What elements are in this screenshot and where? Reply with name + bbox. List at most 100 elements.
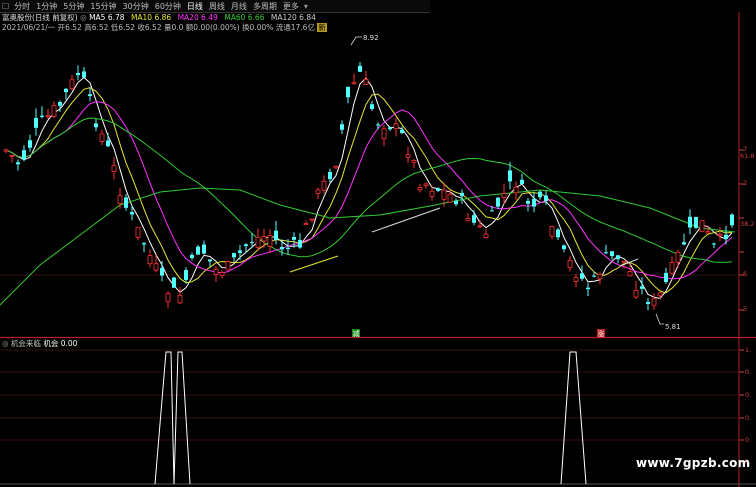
candle-down	[508, 170, 512, 182]
indicator-name[interactable]: 机会来临	[11, 339, 41, 348]
candle-down	[64, 88, 68, 93]
candle-up	[447, 193, 453, 203]
ma120-value: 6.84	[299, 13, 316, 22]
candle-up	[165, 293, 171, 303]
candle-down	[232, 253, 236, 258]
candle-up	[213, 268, 219, 275]
candle-down	[640, 286, 644, 289]
candle-up	[651, 298, 657, 306]
low-price-label: 5.81	[665, 323, 681, 331]
candle-up	[147, 255, 153, 265]
settings-icon[interactable]: ◎	[80, 13, 87, 22]
tab-15min[interactable]: 15分钟	[87, 1, 119, 12]
signal-buy-label: 涨	[598, 329, 605, 338]
candle-up	[705, 231, 711, 234]
tab-multi-period[interactable]: 多周期	[250, 1, 280, 12]
ma5-value: 6.78	[107, 13, 125, 22]
candle-down	[490, 210, 494, 212]
signal-sell-label: 减	[353, 329, 360, 338]
ma60-line	[5, 117, 733, 263]
candle-up	[45, 115, 51, 118]
candle-up	[99, 133, 105, 142]
candle-down	[610, 251, 614, 257]
tab-1min[interactable]: 1分钟	[33, 1, 60, 12]
candle-up	[699, 220, 705, 233]
candle-up	[69, 79, 75, 89]
candle-up	[51, 105, 57, 117]
square-menu-icon[interactable]: ☐	[0, 2, 11, 11]
tab-weekly[interactable]: 周线	[206, 1, 228, 12]
candle-up	[255, 236, 261, 249]
candle-down	[436, 188, 440, 191]
candle-down	[172, 277, 176, 288]
candle-up	[513, 186, 519, 194]
candle-down	[208, 259, 212, 262]
candle-up	[111, 165, 117, 173]
tab-more[interactable]: 更多	[280, 1, 302, 12]
high-price-label: 8.92	[363, 34, 379, 42]
candle-up	[393, 123, 399, 130]
candle-up	[717, 233, 723, 237]
candle-down	[556, 229, 560, 238]
quote-info: 2021/06/21/一 开6.52 高6.52 低6.52 收6.52 量0.…	[2, 23, 315, 32]
ma60-value: 6.66	[247, 13, 265, 22]
tab-5min[interactable]: 5分钟	[60, 1, 87, 12]
indicator-axis-label: 0.	[745, 368, 752, 376]
candle-up	[117, 195, 123, 204]
candle-down	[196, 246, 200, 255]
candle-up	[363, 79, 369, 85]
watermark-text: www.7gpzb.com	[636, 456, 751, 470]
ma20-label: MA20	[177, 13, 199, 22]
candle-up	[411, 160, 417, 163]
indicator-axis-label: 1.	[745, 346, 752, 354]
candle-down	[376, 124, 380, 126]
new-badge: 新	[317, 23, 327, 32]
candle-down	[460, 192, 464, 197]
candle-down	[712, 243, 716, 245]
indicator-line-value: 0.00	[60, 339, 78, 348]
chevron-down-icon[interactable]: ▾	[302, 2, 310, 11]
candle-up	[465, 217, 471, 222]
candle-down	[544, 195, 548, 201]
candle-up	[219, 272, 225, 277]
candle-down	[298, 239, 302, 248]
candle-down	[94, 123, 98, 128]
candle-down	[724, 234, 728, 240]
candle-down	[664, 272, 668, 282]
candle-up	[135, 226, 141, 238]
price-axis-label: 61.8	[740, 152, 755, 160]
period-toolbar: ☐ 分时 1分钟 5分钟 15分钟 30分钟 60分钟 日线 周线 月线 多周期…	[0, 0, 430, 13]
candle-down	[16, 162, 20, 165]
candle-down	[160, 268, 164, 276]
candle-up	[351, 82, 357, 85]
candle-down	[616, 255, 620, 260]
tab-30min[interactable]: 30分钟	[120, 1, 152, 12]
indicator-line-label: 机会	[43, 339, 59, 348]
tab-timeshare[interactable]: 分时	[11, 1, 33, 12]
candle-down	[238, 250, 242, 254]
trend-line	[371, 207, 441, 233]
candle-up	[567, 259, 573, 268]
candle-up	[9, 155, 15, 157]
candle-down	[274, 230, 278, 241]
candle-down	[34, 117, 38, 128]
tab-60min[interactable]: 60分钟	[152, 1, 184, 12]
stock-name[interactable]: 富奥股份	[2, 13, 32, 22]
candle-up	[429, 190, 435, 197]
adjust-mode[interactable]: (日线 前复权)	[32, 13, 78, 22]
candle-up	[303, 223, 309, 225]
indicator-axis-label: 0.	[745, 391, 752, 399]
indicator-axis-label: 0.	[745, 414, 752, 422]
tab-daily[interactable]: 日线	[184, 1, 206, 12]
candle-up	[441, 189, 447, 200]
candle-up	[483, 233, 489, 238]
chart-canvas[interactable]: 8.92 5.81 减 涨	[0, 0, 756, 487]
tab-monthly[interactable]: 月线	[228, 1, 250, 12]
candle-up	[501, 193, 507, 198]
ma10-value: 6.86	[154, 13, 172, 22]
candle-down	[22, 150, 26, 160]
candle-down	[358, 65, 362, 72]
settings-icon[interactable]: ◎	[2, 339, 9, 348]
candle-down	[472, 215, 476, 223]
candle-down	[76, 72, 80, 76]
